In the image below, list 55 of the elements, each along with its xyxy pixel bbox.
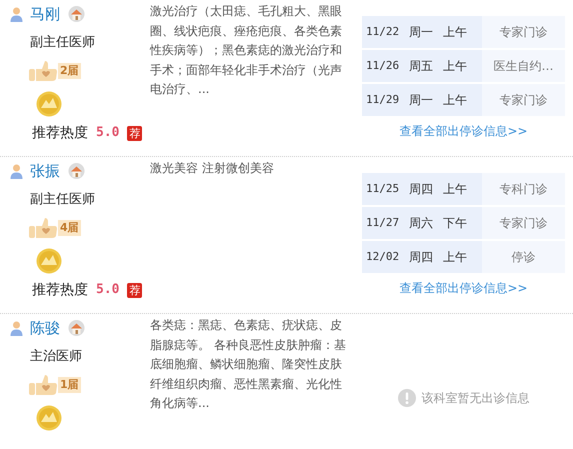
medal-icon [36,90,62,116]
specialty-description: 各类痣：黑痣、色素痣、疣状痣、皮脂腺痣等。 各种良恶性皮肤肿瘤：基底细胞瘤、鳞状细胞瘤、隆突性皮肤纤维组织肉瘤、恶性黑素瘤、光化性角化病等... [150,317,347,412]
medal-icon [36,404,62,430]
home-icon[interactable] [68,6,85,22]
slot-weekday: 周一 [409,24,434,41]
schedule-link[interactable]: 查看全部出停诊信息>> [399,279,528,297]
doctor-title: 副主任医师 [30,34,96,52]
slot-date: 11/29 [366,92,400,108]
doctor-title: 主治医师 [30,348,83,366]
doctor-title: 副主任医师 [30,191,96,209]
slot-weekday: 周四 [409,181,434,198]
slot-date: 11/27 [366,214,400,231]
slot-period: 上午 [443,249,468,266]
slot-period: 下午 [443,215,468,232]
empty-schedule-note: 该科室暂无出诊信息 [422,390,530,407]
rating-score: 5.0 [96,281,120,300]
rating-label: 推荐热度 [32,124,88,142]
rating-label: 推荐热度 [32,280,88,300]
clinic-type: 专家门诊 [482,16,565,48]
schedule-link[interactable]: 查看全部出停诊信息>> [399,122,528,140]
doctor-avatar-icon [10,320,23,336]
clinic-type: 专科门诊 [482,173,565,205]
slot-period: 上午 [443,24,468,41]
slot-date: 11/26 [366,58,400,74]
slot-weekday: 周一 [409,92,434,109]
home-icon[interactable] [68,320,85,336]
slot-date: 12/02 [366,248,400,265]
clinic-type: 停诊 [482,241,565,273]
doctor-name-link[interactable]: 张振 [30,160,60,182]
slot-date: 11/22 [366,24,400,40]
home-icon[interactable] [68,163,85,179]
slot-date: 11/25 [366,180,400,197]
clinic-type: 专家门诊 [482,84,565,116]
award-badge: 2届 [28,58,86,82]
recommend-badge: 荐 [127,126,142,140]
medal-icon [36,248,62,274]
doctor-name-link[interactable]: 马刚 [30,2,60,26]
warning-icon [398,389,416,407]
recommend-badge: 荐 [127,282,142,298]
award-badge: 4届 [28,216,86,240]
slot-weekday: 周五 [409,58,434,75]
specialty-description: 激光治疗（太田痣、毛孔粗大、黑眼圈、线状疤痕、痤疮疤痕、各类色素性疾病等）；黑色素痣的激光治疗和手术；面部年轻化非手术治疗（光声电治疗、... [150,3,343,98]
award-badge: 1届 [28,372,86,396]
specialty-description: 激光美容 注射微创美容 [150,160,275,177]
rating-score: 5.0 [96,124,120,142]
clinic-type: 医生自约… [482,50,565,82]
slot-weekday: 周四 [409,249,434,266]
slot-weekday: 周六 [409,215,434,232]
slot-period: 上午 [443,181,468,198]
doctor-avatar-icon [10,164,23,178]
slot-period: 上午 [443,58,468,75]
doctor-name-link[interactable]: 陈骏 [30,316,60,340]
doctor-avatar-icon [10,6,23,22]
clinic-type: 专家门诊 [482,207,565,239]
slot-period: 上午 [443,92,468,109]
